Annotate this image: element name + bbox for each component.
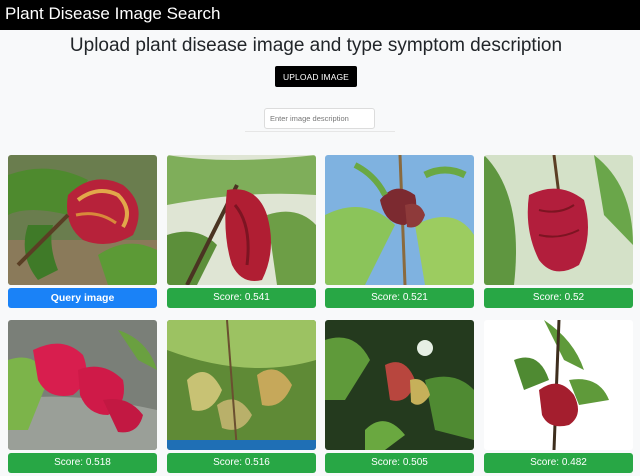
- result-score-label: Score: 0.52: [484, 288, 633, 308]
- result-image[interactable]: [325, 155, 474, 285]
- result-score-label: Score: 0.521: [325, 288, 474, 308]
- result-image[interactable]: [484, 320, 633, 450]
- result-score-label: Score: 0.541: [167, 288, 316, 308]
- image-description-input[interactable]: [264, 108, 375, 129]
- result-score-label: Score: 0.516: [167, 453, 316, 473]
- page-heading: Upload plant disease image and type symp…: [69, 35, 563, 56]
- app-title[interactable]: Plant Disease Image Search: [5, 4, 220, 24]
- result-image[interactable]: [325, 320, 474, 450]
- query-image[interactable]: [8, 155, 157, 285]
- result-image[interactable]: [167, 155, 316, 285]
- divider: [245, 131, 395, 132]
- result-score-label: Score: 0.518: [8, 453, 157, 473]
- query-image-label: Query image: [8, 288, 157, 308]
- result-score-label: Score: 0.482: [484, 453, 633, 473]
- result-score-label: Score: 0.505: [325, 453, 474, 473]
- result-image[interactable]: [8, 320, 157, 450]
- navbar: Plant Disease Image Search: [0, 0, 640, 30]
- result-image[interactable]: [484, 155, 633, 285]
- upload-image-button[interactable]: UPLOAD IMAGE: [275, 66, 357, 87]
- result-image[interactable]: [167, 320, 316, 450]
